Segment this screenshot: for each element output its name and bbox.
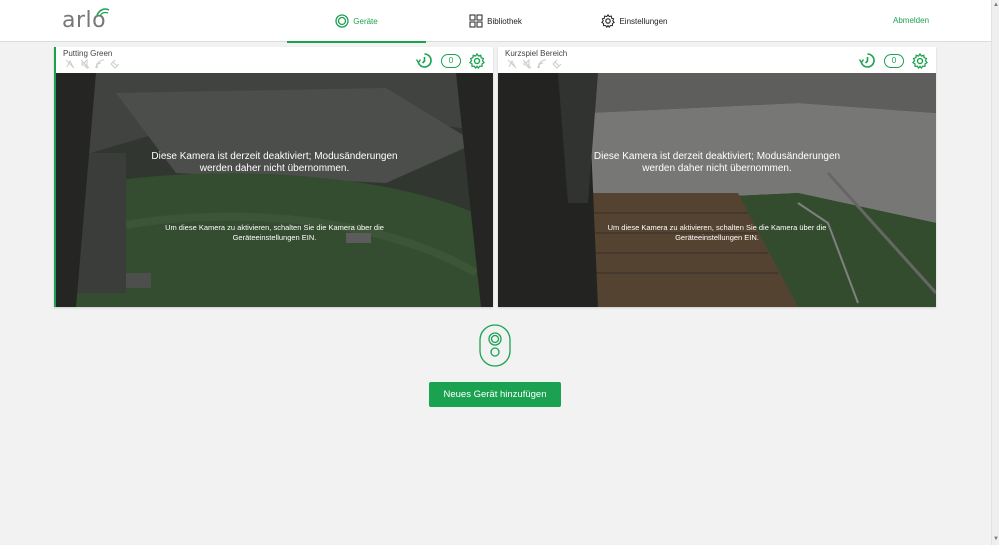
camera-name: Kurzspiel Bereich [505, 49, 568, 58]
power-plug-icon [552, 59, 562, 69]
logout-link[interactable]: Abmelden [893, 16, 929, 25]
logo-wave-icon [96, 8, 110, 17]
camera-device-icon [479, 324, 511, 367]
motion-off-icon [507, 59, 517, 69]
camera-card-putting-green[interactable]: Putting Green 0 Diese Kamera ist derzeit… [54, 47, 493, 307]
tab-geraete[interactable]: Geräte [287, 0, 426, 43]
camera-settings-gear-icon[interactable] [469, 52, 485, 69]
camera-status-icons [507, 59, 562, 69]
power-plug-icon [110, 59, 120, 69]
camera-disabled-hint: Um diese Kamera zu aktivieren, schalten … [165, 223, 384, 242]
disabled-overlay [498, 73, 936, 307]
history-icon[interactable] [859, 52, 876, 69]
audio-off-icon [522, 59, 532, 69]
signal-icon [537, 59, 547, 69]
tab-label: Geräte [353, 16, 378, 26]
camera-status-icons [65, 59, 120, 69]
signal-icon [95, 59, 105, 69]
grid-icon [469, 14, 483, 28]
audio-off-icon [80, 59, 90, 69]
camera-disabled-hint: Um diese Kamera zu aktivieren, schalten … [607, 223, 827, 242]
camera-actions: 0 [416, 52, 485, 69]
arlo-logo[interactable]: arlo [62, 8, 110, 34]
scroll-up-icon[interactable]: ▲ [993, 2, 999, 8]
gear-icon [601, 14, 616, 28]
tab-label: Einstellungen [619, 16, 668, 26]
camera-disabled-message: Diese Kamera ist derzeit deaktiviert; Mo… [593, 151, 841, 174]
motion-off-icon [65, 59, 75, 69]
tab-einstellungen[interactable]: Einstellungen [565, 0, 704, 42]
camera-name: Putting Green [63, 49, 113, 58]
event-counter-badge[interactable]: 0 [884, 53, 904, 68]
camera-disabled-message: Diese Kamera ist derzeit deaktiviert; Mo… [151, 151, 398, 174]
page-scrollbar[interactable]: ▲ ▼ [991, 0, 999, 545]
add-device-button[interactable]: Neues Gerät hinzufügen [429, 382, 561, 407]
camera-feed-snapshot[interactable]: Diese Kamera ist derzeit deaktiviert; Mo… [56, 73, 493, 307]
device-ring-icon [335, 14, 349, 28]
camera-card-kurzspiel-bereich[interactable]: Kurzspiel Bereich 0 Diese Kamera ist der… [498, 47, 936, 307]
camera-actions: 0 [859, 52, 928, 69]
disabled-overlay [56, 73, 493, 307]
history-icon[interactable] [416, 52, 433, 69]
scroll-down-icon[interactable]: ▼ [993, 536, 999, 542]
top-navigation-bar: arlo Geräte Bibliothek Einstellungen Abm… [0, 0, 991, 43]
camera-feed-snapshot[interactable]: Diese Kamera ist derzeit deaktiviert; Mo… [498, 73, 936, 307]
tab-bibliothek[interactable]: Bibliothek [426, 0, 565, 42]
tab-label: Bibliothek [487, 16, 522, 26]
camera-settings-gear-icon[interactable] [912, 52, 928, 69]
event-counter-badge[interactable]: 0 [441, 53, 461, 68]
